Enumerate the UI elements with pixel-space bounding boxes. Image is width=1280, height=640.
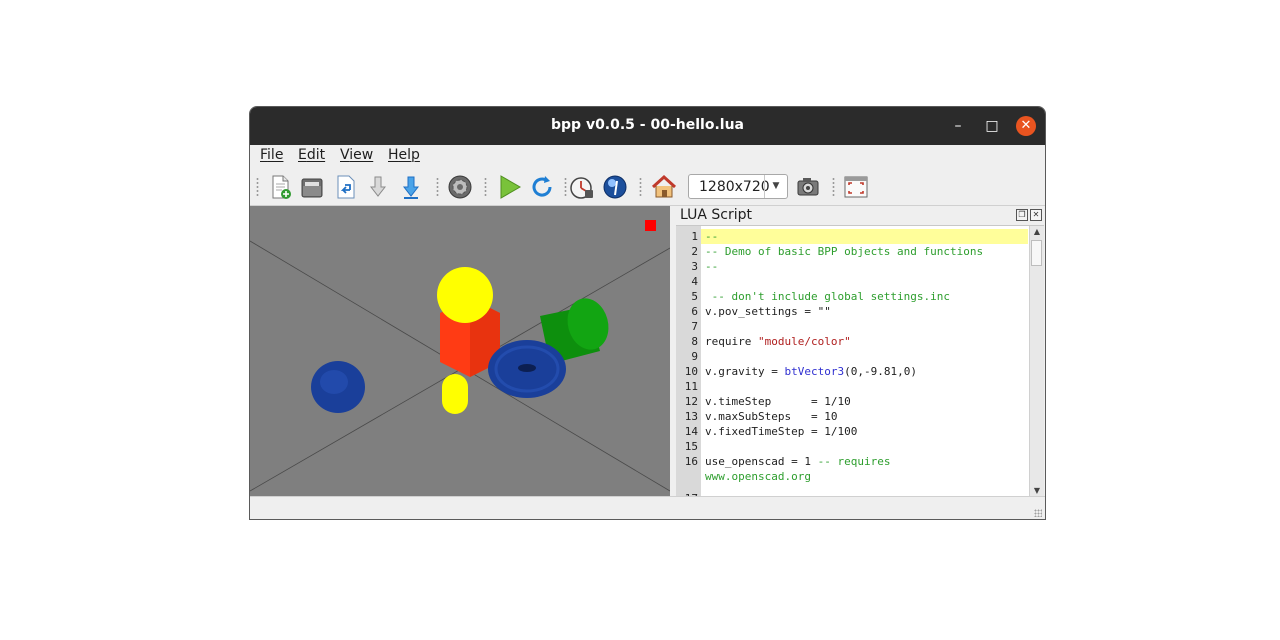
toolbar: 1280x720 ▼: [250, 169, 1045, 206]
vertical-scrollbar[interactable]: ▲ ▼: [1029, 226, 1044, 497]
code-line: 11: [684, 380, 698, 393]
toolbar-grip[interactable]: [256, 177, 259, 197]
new-file-icon[interactable]: [266, 173, 294, 201]
save-icon[interactable]: [364, 173, 392, 201]
menu-bar: File Edit View Help: [250, 145, 1045, 170]
menu-edit[interactable]: Edit: [298, 147, 325, 163]
maximize-button[interactable]: □: [982, 116, 1002, 136]
toolbar-grip[interactable]: [484, 177, 487, 197]
open-folder-icon[interactable]: [298, 173, 326, 201]
code-line: 2 -- Demo of basic BPP objects and functi…: [691, 245, 984, 258]
float-icon[interactable]: ❐: [1016, 209, 1028, 221]
yellow-sphere: [437, 267, 493, 323]
dock-title: LUA Script: [680, 207, 752, 223]
camera-icon[interactable]: [794, 173, 822, 201]
status-bar: [250, 496, 1045, 519]
code-line: 6 v.pov_settings = "": [691, 305, 831, 318]
code-line: 8 require "module/color": [691, 335, 851, 348]
3d-viewport[interactable]: [250, 206, 670, 496]
yellow-cylinder: [442, 374, 468, 414]
save-as-icon[interactable]: [397, 173, 425, 201]
code-line: 15: [684, 440, 698, 453]
window-title: bpp v0.0.5 - 00-hello.lua: [551, 117, 744, 133]
lua-script-dock: LUA Script ❐ ✕ 1 -- 2 -- Demo of basic BPP…: [676, 206, 1044, 497]
app-window: bpp v0.0.5 - 00-hello.lua – □ ✕ File Edi…: [249, 106, 1046, 520]
recording-indicator: [645, 220, 656, 231]
code-line: 4: [691, 275, 698, 288]
size-grip-icon[interactable]: [1034, 509, 1042, 517]
resolution-value: 1280x720: [699, 179, 770, 195]
toolbar-grip[interactable]: [832, 177, 835, 197]
close-button[interactable]: ✕: [1016, 116, 1036, 136]
reload-icon[interactable]: [528, 173, 556, 201]
scroll-up-icon[interactable]: ▲: [1030, 226, 1044, 238]
scrollbar-thumb[interactable]: [1031, 240, 1042, 266]
code-line: 3 --: [691, 260, 719, 273]
code-line: 12 v.timeStep = 1/10: [684, 395, 851, 408]
code-line: 9: [691, 350, 698, 363]
resolution-select[interactable]: 1280x720 ▼: [688, 174, 788, 199]
code-editor[interactable]: 1 -- 2 -- Demo of basic BPP objects and fu…: [676, 225, 1044, 497]
title-bar[interactable]: bpp v0.0.5 - 00-hello.lua – □ ✕: [250, 107, 1045, 145]
minimize-button[interactable]: –: [948, 116, 968, 136]
menu-file[interactable]: File: [260, 147, 283, 163]
settings-gear-icon[interactable]: [446, 173, 474, 201]
code-line: 13 v.maxSubSteps = 10: [684, 410, 838, 423]
timer-icon[interactable]: [568, 173, 596, 201]
blue-torus: [488, 340, 566, 398]
toolbar-grip[interactable]: [436, 177, 439, 197]
blue-sphere: [311, 361, 365, 413]
toolbar-grip[interactable]: [639, 177, 642, 197]
code-line: 5 -- don't include global settings.inc: [691, 290, 951, 303]
play-icon[interactable]: [495, 173, 523, 201]
fullscreen-icon[interactable]: [842, 173, 870, 201]
code-line-wrapped: www.openscad.org: [705, 470, 811, 483]
menu-help[interactable]: Help: [388, 147, 420, 163]
code-line: 1 --: [691, 229, 1028, 244]
code-line: 14 v.fixedTimeStep = 1/100: [684, 425, 858, 438]
home-icon[interactable]: [650, 173, 678, 201]
toolbar-grip[interactable]: [564, 177, 567, 197]
close-icon[interactable]: ✕: [1030, 209, 1042, 221]
code-line: 16 use_openscad = 1 -- requires: [684, 455, 891, 468]
chevron-down-icon[interactable]: ▼: [764, 175, 787, 198]
code-line: 7: [691, 320, 698, 333]
povray-icon[interactable]: [601, 173, 629, 201]
code-lines: 1 -- 2 -- Demo of basic BPP objects and fu…: [684, 229, 1028, 497]
menu-view[interactable]: View: [340, 147, 373, 163]
code-line: 10 v.gravity = btVector3(0,-9.81,0): [684, 365, 917, 378]
revert-icon[interactable]: [331, 173, 359, 201]
